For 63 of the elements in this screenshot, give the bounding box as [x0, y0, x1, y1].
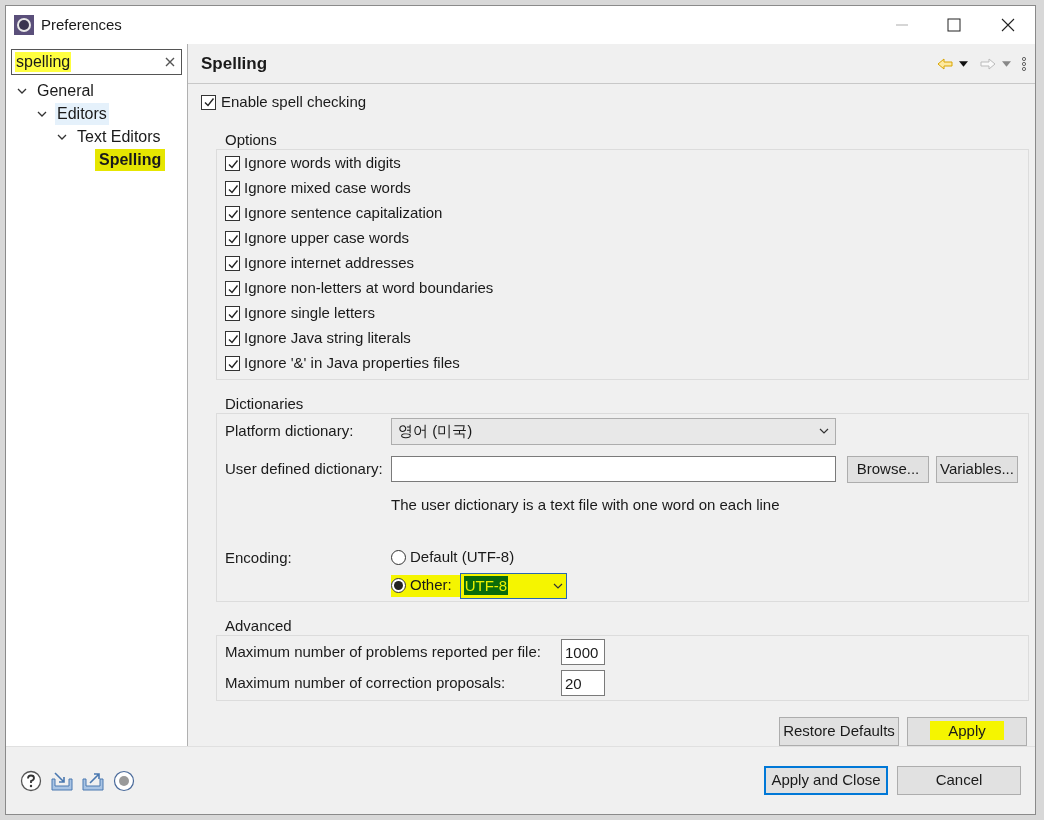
filter-field[interactable]: spelling	[11, 49, 182, 75]
dictionary-input[interactable]	[391, 456, 836, 482]
apply-button[interactable]: Apply	[907, 716, 1027, 746]
group-title: Options	[225, 130, 278, 149]
checkbox[interactable]	[225, 181, 240, 196]
clear-icon[interactable]	[165, 57, 175, 67]
number-input[interactable]: 1000	[561, 639, 605, 665]
page-title: Spelling	[201, 52, 268, 75]
group-title: Advanced	[225, 615, 293, 635]
checkbox[interactable]	[225, 206, 240, 221]
checkbox[interactable]	[225, 306, 240, 321]
dropdown-arrow-icon[interactable]	[959, 60, 968, 67]
checkbox-label: Ignore upper case words	[244, 228, 410, 249]
dictionary-dropdown[interactable]: 영어 (미국)	[391, 417, 836, 445]
import-icon[interactable]	[51, 770, 73, 791]
checkbox-label: Ignore single letters	[244, 303, 375, 324]
checkbox[interactable]	[225, 281, 240, 296]
checkbox-label: Ignore words with digits	[244, 153, 401, 174]
checkbox[interactable]	[225, 356, 240, 371]
checkbox-label: Ignore internet addresses	[244, 253, 415, 274]
tree-item[interactable]: Spelling	[95, 148, 166, 171]
checkbox-label: Ignore '&' in Java properties files	[244, 353, 460, 374]
close-icon[interactable]	[1001, 18, 1015, 32]
maximize-icon[interactable]	[947, 18, 961, 32]
field-label: Platform dictionary:	[225, 420, 355, 441]
checkbox[interactable]	[225, 231, 240, 246]
help-icon[interactable]	[20, 769, 42, 792]
encoding-dropdown[interactable]: UTF-8	[459, 572, 567, 599]
apply-and-close-button[interactable]: Apply and Close	[764, 766, 888, 795]
more-icon[interactable]	[1021, 56, 1027, 71]
checkbox[interactable]	[201, 94, 216, 110]
checkbox-label: Ignore sentence capitalization	[244, 203, 443, 224]
browse-button[interactable]: Browse...	[847, 455, 929, 483]
checkbox-label: Ignore Java string literals	[244, 328, 411, 349]
field-label: Maximum number of problems reported per file:	[225, 641, 542, 662]
tree-item[interactable]: Editors	[55, 102, 109, 125]
radio-label: Other:	[410, 575, 452, 596]
filter-text: spelling	[15, 52, 72, 72]
variables-button[interactable]: Variables...	[936, 455, 1018, 483]
number-input[interactable]: 20	[561, 670, 605, 696]
app-icon	[14, 15, 34, 35]
group-title: Dictionaries	[225, 394, 305, 413]
checkbox[interactable]	[225, 256, 240, 271]
radio-button[interactable]	[391, 578, 406, 593]
tree-item[interactable]: General	[35, 79, 96, 102]
checkbox[interactable]	[225, 331, 240, 346]
field-label: User defined dictionary:	[225, 458, 384, 479]
checkbox-label: Enable spell checking	[221, 91, 367, 112]
chevron-down-icon[interactable]	[819, 426, 829, 436]
radio-button[interactable]	[391, 550, 406, 565]
field-label: Maximum number of correction proposals:	[225, 672, 507, 693]
help-text: The user dictionary is a text file with one word on each line	[391, 495, 780, 515]
field-label: Encoding:	[225, 547, 293, 568]
export-icon[interactable]	[82, 770, 104, 791]
record-icon[interactable]	[113, 769, 135, 792]
checkbox-label: Ignore non-letters at word boundaries	[244, 278, 494, 299]
checkbox[interactable]	[225, 156, 240, 171]
cancel-button[interactable]: Cancel	[897, 766, 1021, 795]
checkbox-label: Ignore mixed case words	[244, 178, 411, 199]
radio-label: Default (UTF-8)	[410, 547, 515, 568]
restore-defaults-button[interactable]: Restore Defaults	[779, 716, 899, 746]
window-title: Preferences	[41, 14, 122, 35]
tree-item[interactable]: Text Editors	[75, 125, 163, 148]
